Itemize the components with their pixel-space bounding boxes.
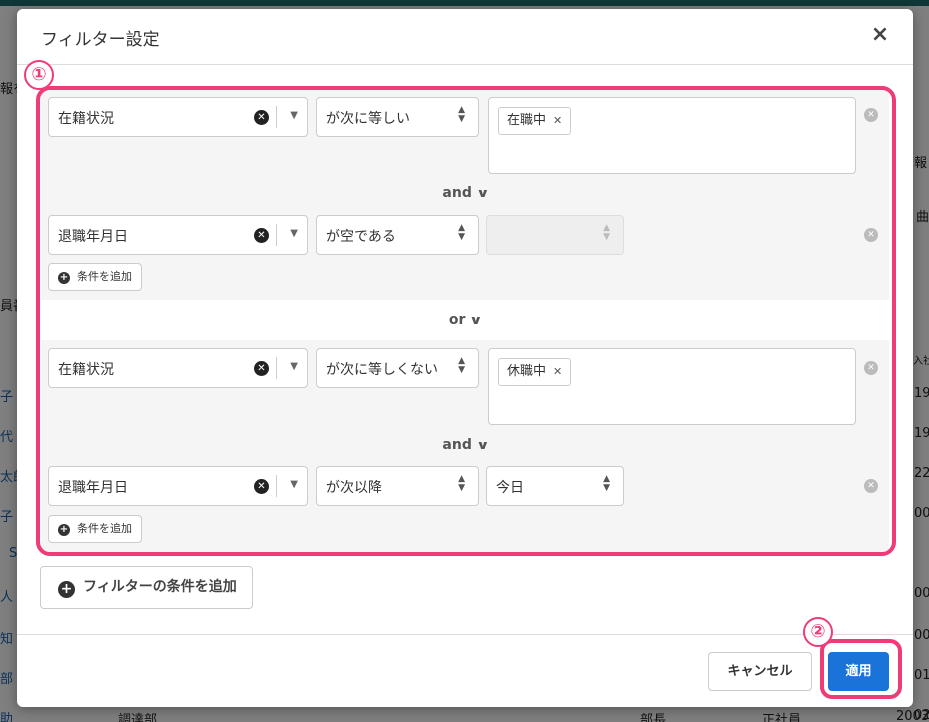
highlight-box-filter-groups — [36, 86, 896, 556]
highlight-box-apply — [820, 639, 902, 699]
cancel-button[interactable]: キャンセル — [708, 652, 812, 691]
annotation-badge-1: ① — [24, 60, 54, 90]
plus-icon: + — [58, 581, 75, 598]
dialog-title: フィルター設定 — [41, 30, 160, 50]
annotation-badge-2: ② — [803, 617, 833, 647]
footer-divider — [17, 634, 913, 635]
close-icon[interactable]: × — [869, 23, 891, 47]
add-filter-condition-button[interactable]: + フィルターの条件を追加 — [40, 566, 253, 609]
dialog-header: フィルター設定 × — [17, 9, 913, 65]
add-filter-condition-label: フィルターの条件を追加 — [83, 579, 237, 595]
